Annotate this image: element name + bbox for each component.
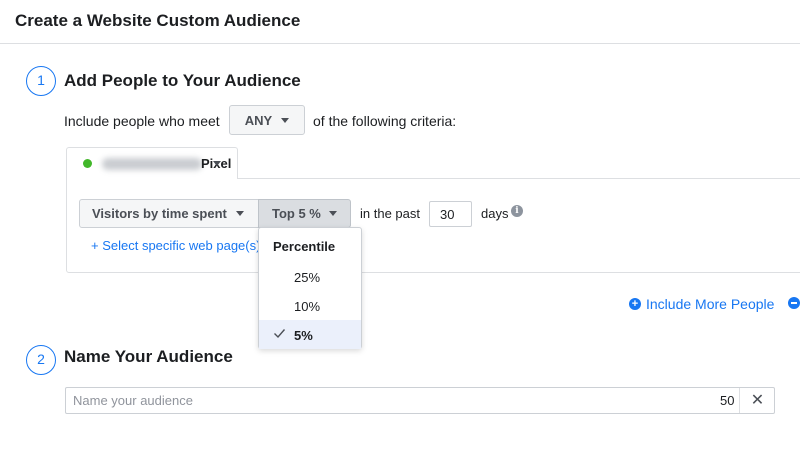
- caret-down-icon: [235, 211, 244, 216]
- include-prefix-text: Include people who meet: [64, 113, 220, 129]
- pixel-status-icon: [83, 159, 92, 168]
- pixel-selector[interactable]: Pixel: [66, 147, 238, 179]
- match-any-value: ANY: [244, 112, 273, 128]
- pixel-name-redacted: [102, 158, 202, 170]
- percentile-option-label: 25%: [294, 270, 321, 285]
- step-1-title: Add People to Your Audience: [64, 71, 301, 90]
- step-1-number: 1: [26, 66, 56, 96]
- days-text: days: [481, 206, 509, 221]
- select-web-pages-link[interactable]: + Select specific web page(s): [91, 238, 261, 253]
- percentile-menu: Percentile 25% 10% 5%: [258, 227, 362, 349]
- info-icon[interactable]: i: [511, 205, 523, 217]
- percentile-option-label: 5%: [294, 328, 313, 343]
- include-more-people-button[interactable]: + Include More People: [629, 296, 774, 312]
- in-the-past-text: in the past: [360, 206, 420, 221]
- step-2-number: 2: [26, 345, 56, 375]
- caret-down-icon: [328, 211, 337, 216]
- include-suffix-text: of the following criteria:: [313, 113, 457, 129]
- percentile-option-label: 10%: [294, 299, 321, 314]
- event-type-value: Visitors by time spent: [92, 206, 227, 221]
- dialog-header: Create a Website Custom Audience: [0, 0, 800, 44]
- close-icon[interactable]: ✕: [739, 388, 775, 413]
- dialog-title: Create a Website Custom Audience: [15, 11, 301, 30]
- audience-name-field: 50 ✕: [65, 387, 775, 414]
- audience-name-input[interactable]: [66, 388, 706, 413]
- percentile-value: Top 5 %: [272, 206, 321, 221]
- checkmark-icon: [274, 329, 286, 339]
- percentile-option-25[interactable]: 25%: [259, 262, 361, 291]
- minus-circle-icon[interactable]: [788, 297, 800, 309]
- char-count: 50: [720, 393, 735, 408]
- percentile-option-5[interactable]: 5%: [259, 320, 361, 349]
- percentile-option-10[interactable]: 10%: [259, 291, 361, 320]
- caret-down-icon: [281, 117, 290, 123]
- days-input[interactable]: [429, 201, 472, 227]
- percentile-dropdown[interactable]: Top 5 %: [258, 199, 351, 228]
- plus-circle-icon: +: [629, 298, 641, 310]
- match-any-dropdown[interactable]: ANY: [229, 105, 305, 135]
- event-type-dropdown[interactable]: Visitors by time spent: [79, 199, 259, 228]
- caret-down-icon: [213, 161, 221, 166]
- percentile-menu-header: Percentile: [273, 239, 336, 254]
- step-2-title: Name Your Audience: [64, 347, 233, 366]
- include-more-label: Include More People: [646, 296, 775, 312]
